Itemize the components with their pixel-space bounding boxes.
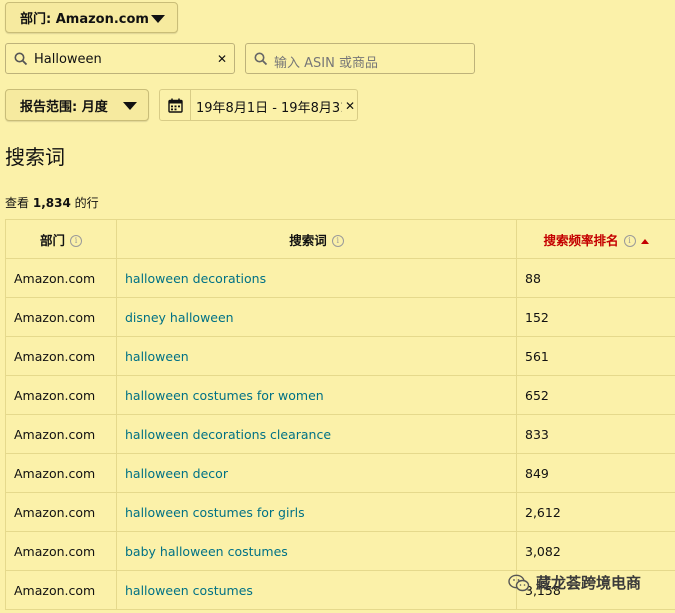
table-row: Amazon.com halloween decorations 88: [5, 258, 675, 298]
department-dropdown-label: 部门: Amazon.com: [20, 12, 149, 27]
info-icon[interactable]: i: [623, 235, 636, 247]
search-term-link[interactable]: halloween: [116, 336, 517, 376]
clear-date-button[interactable]: ✕: [345, 99, 355, 113]
chevron-down-icon: [123, 102, 137, 110]
info-icon[interactable]: i: [331, 235, 344, 247]
search-term-input[interactable]: Halloween ✕: [5, 43, 235, 74]
cell-rank: 88: [516, 258, 675, 298]
search-term-link[interactable]: halloween decorations: [116, 258, 517, 298]
cell-rank: 849: [516, 453, 675, 493]
calendar-icon: [167, 98, 183, 113]
search-term-link[interactable]: halloween costumes for women: [116, 375, 517, 415]
row-count: 查看 1,834 的行: [5, 194, 99, 211]
search-term-link[interactable]: halloween costumes: [116, 570, 517, 610]
table-row: Amazon.com halloween decor 849: [5, 453, 675, 493]
department-dropdown[interactable]: 部门: Amazon.com: [5, 2, 178, 33]
info-icon[interactable]: i: [70, 235, 82, 247]
column-header-department[interactable]: 部门 i: [5, 219, 117, 259]
cell-rank: 2,612: [516, 492, 675, 532]
cell-department: Amazon.com: [5, 414, 117, 454]
column-header-search-frequency-rank[interactable]: 搜索频率排名 i: [516, 219, 675, 259]
watermark: 藏龙荟跨境电商: [508, 572, 641, 593]
page-title: 搜索词: [5, 145, 65, 169]
search-icon: [14, 52, 28, 66]
table-row: Amazon.com halloween costumes for girls …: [5, 492, 675, 532]
watermark-text: 藏龙荟跨境电商: [536, 574, 642, 592]
search-term-link[interactable]: halloween decorations clearance: [116, 414, 517, 454]
cell-rank: 833: [516, 414, 675, 454]
report-range-label: 报告范围: 月度: [20, 99, 108, 115]
asin-placeholder: 输入 ASIN 或商品: [274, 56, 378, 71]
cell-department: Amazon.com: [5, 375, 117, 415]
cell-rank: 561: [516, 336, 675, 376]
search-term-link[interactable]: baby halloween costumes: [116, 531, 517, 571]
date-range-picker[interactable]: 19年8月1日 - 19年8月31日 ✕: [159, 89, 358, 121]
cell-department: Amazon.com: [5, 297, 117, 337]
search-icon: [254, 52, 268, 66]
sort-ascending-icon: [640, 238, 649, 244]
search-term-link[interactable]: halloween costumes for girls: [116, 492, 517, 532]
wechat-icon: [508, 574, 530, 591]
asin-input[interactable]: 输入 ASIN 或商品: [245, 43, 475, 74]
table-row: Amazon.com baby halloween costumes 3,082: [5, 531, 675, 571]
table-row: Amazon.com disney halloween 152: [5, 297, 675, 337]
clear-search-button[interactable]: ✕: [217, 52, 227, 66]
row-count-number: 1,834: [32, 196, 71, 210]
report-range-dropdown[interactable]: 报告范围: 月度: [5, 89, 149, 121]
row-count-suffix: 的行: [74, 196, 99, 210]
row-count-prefix: 查看: [5, 196, 30, 210]
date-range-value: 19年8月1日 - 19年8月31日: [196, 101, 342, 116]
calendar-button[interactable]: [160, 90, 191, 120]
cell-rank: 152: [516, 297, 675, 337]
table-row: Amazon.com halloween decorations clearan…: [5, 414, 675, 454]
search-term-value: Halloween: [34, 52, 102, 67]
column-header-search-term[interactable]: 搜索词 i: [116, 219, 517, 259]
table-row: Amazon.com halloween costumes for women …: [5, 375, 675, 415]
cell-department: Amazon.com: [5, 570, 117, 610]
cell-rank: 652: [516, 375, 675, 415]
search-term-link[interactable]: disney halloween: [116, 297, 517, 337]
search-term-link[interactable]: halloween decor: [116, 453, 517, 493]
table-header-row: 部门 i 搜索词 i 搜索频率排名 i: [5, 219, 675, 259]
cell-rank: 3,082: [516, 531, 675, 571]
cell-department: Amazon.com: [5, 336, 117, 376]
cell-department: Amazon.com: [5, 453, 117, 493]
cell-department: Amazon.com: [5, 258, 117, 298]
chevron-down-icon: [151, 15, 165, 23]
search-terms-table: 部门 i 搜索词 i 搜索频率排名 i Amazon.com halloween de…: [5, 219, 675, 610]
cell-department: Amazon.com: [5, 531, 117, 571]
table-row: Amazon.com halloween 561: [5, 336, 675, 376]
cell-department: Amazon.com: [5, 492, 117, 532]
